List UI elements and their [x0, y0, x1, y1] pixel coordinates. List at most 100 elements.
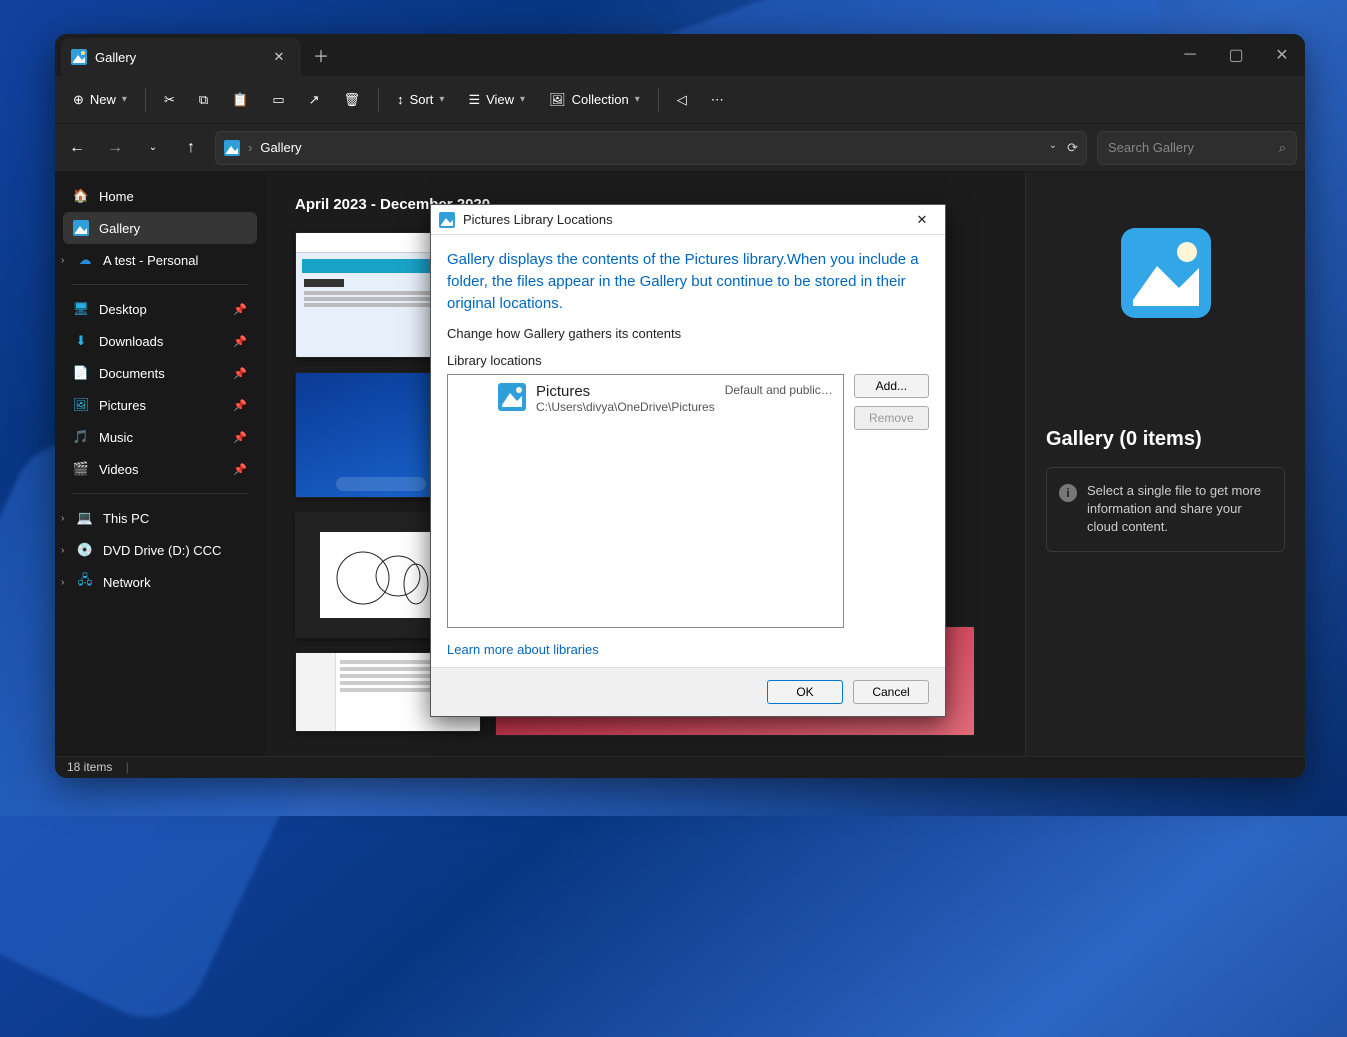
sidebar-item-pictures[interactable]: 🖼Pictures📌	[63, 389, 257, 421]
sidebar-item-home[interactable]: 🏠Home	[63, 180, 257, 212]
view-button[interactable]: ☰View▾	[458, 86, 535, 114]
extra-tool-button[interactable]: ◁	[667, 86, 697, 114]
sidebar-item-network[interactable]: ›🖧Network	[63, 566, 257, 598]
ok-button[interactable]: OK	[767, 680, 843, 704]
gallery-icon	[224, 140, 240, 156]
address-bar[interactable]: › Gallery ⌄ ⟳	[215, 131, 1087, 165]
documents-icon: 📄	[73, 365, 89, 381]
details-title: Gallery (0 items)	[1046, 428, 1202, 451]
chevron-right-icon[interactable]: ›	[61, 255, 64, 266]
sidebar-item-documents[interactable]: 📄Documents📌	[63, 357, 257, 389]
paste-button[interactable]: 📋	[222, 86, 258, 114]
add-button[interactable]: Add...	[854, 374, 929, 398]
view-icon: ☰	[468, 92, 480, 108]
close-button[interactable]: ✕	[1259, 34, 1305, 76]
info-icon: i	[1059, 484, 1077, 502]
maximize-button[interactable]: ▢	[1213, 34, 1259, 76]
sidebar-item-downloads[interactable]: ⬇Downloads📌	[63, 325, 257, 357]
forward-button[interactable]: →	[101, 134, 129, 162]
search-placeholder: Search Gallery	[1108, 140, 1194, 155]
share-button[interactable]: ↗	[299, 86, 330, 114]
computer-icon: 💻	[77, 510, 93, 526]
sidebar-item-personal[interactable]: ›☁A test - Personal	[63, 244, 257, 276]
tab-gallery[interactable]: Gallery ✕	[61, 38, 301, 76]
chevron-right-icon[interactable]: ›	[61, 577, 64, 588]
dialog-heading: Gallery displays the contents of the Pic…	[447, 249, 929, 314]
cancel-button[interactable]: Cancel	[853, 680, 929, 704]
status-bar: 18 items |	[55, 756, 1305, 778]
sidebar-item-music[interactable]: 🎵Music📌	[63, 421, 257, 453]
breadcrumb[interactable]: Gallery	[260, 140, 301, 155]
chevron-right-icon[interactable]: ›	[61, 545, 64, 556]
sidebar-item-desktop[interactable]: 🖥Desktop📌	[63, 293, 257, 325]
location-path: C:\Users\divya\OneDrive\Pictures	[536, 400, 715, 414]
location-name: Pictures	[536, 383, 715, 400]
details-info: i Select a single file to get more infor…	[1046, 467, 1285, 552]
sidebar-item-dvd[interactable]: ›💿DVD Drive (D:) CCC	[63, 534, 257, 566]
gallery-large-icon	[1121, 228, 1211, 318]
chevron-down-icon: ▾	[439, 94, 444, 105]
pin-icon[interactable]: 📌	[233, 431, 247, 444]
new-tab-button[interactable]: ＋	[301, 34, 341, 76]
sidebar-item-gallery[interactable]: Gallery	[63, 212, 257, 244]
tab-close-icon[interactable]: ✕	[267, 45, 291, 69]
ellipsis-icon: ⋯	[711, 92, 724, 108]
item-count: 18 items	[67, 760, 112, 774]
pin-icon[interactable]: 📌	[233, 335, 247, 348]
dialog-title: Pictures Library Locations	[463, 212, 613, 227]
location-save-type: Default and public s...	[725, 383, 835, 397]
copy-button[interactable]: ⧉	[189, 86, 218, 114]
search-input[interactable]: Search Gallery ⌕	[1097, 131, 1297, 165]
sidebar-item-thispc[interactable]: ›💻This PC	[63, 502, 257, 534]
pin-icon[interactable]: 📌	[233, 303, 247, 316]
new-button[interactable]: ⊕New▾	[63, 86, 137, 114]
chevron-down-icon[interactable]: ⌄	[1049, 140, 1057, 156]
locations-label: Library locations	[447, 353, 929, 368]
back-button[interactable]: ←	[63, 134, 91, 162]
sort-icon: ↕	[397, 92, 404, 107]
dialog-subheading: Change how Gallery gathers its contents	[447, 326, 929, 341]
cloud-icon: ☁	[77, 252, 93, 268]
details-pane: Gallery (0 items) i Select a single file…	[1025, 172, 1305, 756]
home-icon: 🏠	[73, 188, 89, 204]
rename-icon: ▭	[272, 92, 284, 108]
remove-button: Remove	[854, 406, 929, 430]
network-icon: 🖧	[77, 574, 93, 590]
desktop-icon: 🖥	[73, 301, 89, 317]
music-icon: 🎵	[73, 429, 89, 445]
up-button[interactable]: ↑	[177, 134, 205, 162]
sidebar-item-videos[interactable]: 🎬Videos📌	[63, 453, 257, 485]
share-icon: ↗	[309, 92, 320, 108]
more-button[interactable]: ⋯	[701, 86, 734, 114]
pin-icon[interactable]: 📌	[233, 367, 247, 380]
dialog-titlebar[interactable]: Pictures Library Locations ✕	[431, 205, 945, 235]
minimize-button[interactable]: ─	[1167, 34, 1213, 76]
gallery-icon	[71, 49, 87, 65]
refresh-button[interactable]: ⟳	[1067, 140, 1078, 156]
chevron-right-icon[interactable]: ›	[61, 513, 64, 524]
copy-icon: ⧉	[199, 92, 208, 108]
scissors-icon: ✂	[164, 92, 175, 108]
address-row: ← → ⌄ ↑ › Gallery ⌄ ⟳ Search Gallery ⌕	[55, 124, 1305, 172]
pictures-icon	[498, 383, 526, 411]
chevron-down-icon: ▾	[122, 94, 127, 105]
recent-locations-button[interactable]: ⌄	[139, 134, 167, 162]
pin-icon[interactable]: 📌	[233, 463, 247, 476]
pin-icon[interactable]: 📌	[233, 399, 247, 412]
send-icon: ◁	[677, 92, 687, 108]
location-item[interactable]: Pictures C:\Users\divya\OneDrive\Picture…	[456, 383, 835, 414]
library-locations-dialog: Pictures Library Locations ✕ Gallery dis…	[430, 204, 946, 717]
rename-button[interactable]: ▭	[262, 86, 294, 114]
cut-button[interactable]: ✂	[154, 86, 185, 114]
disc-icon: 💿	[77, 542, 93, 558]
search-icon: ⌕	[1279, 140, 1286, 156]
locations-list[interactable]: Pictures C:\Users\divya\OneDrive\Picture…	[447, 374, 844, 628]
delete-button[interactable]: 🗑	[334, 86, 371, 114]
picture-icon: 🖼	[549, 92, 566, 108]
download-icon: ⬇	[73, 333, 89, 349]
learn-more-link[interactable]: Learn more about libraries	[447, 642, 599, 657]
collection-button[interactable]: 🖼Collection▾	[539, 86, 650, 114]
dialog-close-button[interactable]: ✕	[907, 208, 937, 232]
sort-button[interactable]: ↕Sort▾	[387, 86, 454, 113]
trash-icon: 🗑	[344, 92, 361, 108]
